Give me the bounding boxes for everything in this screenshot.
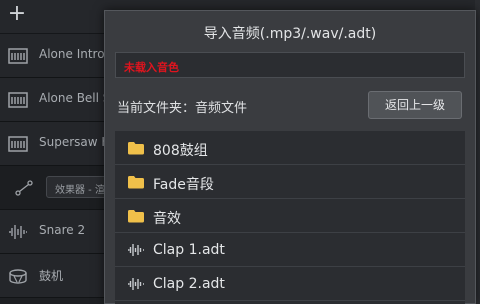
synth-icon (8, 48, 28, 64)
track-name: Snare 2 (39, 223, 86, 237)
list-item[interactable]: 音效 (115, 199, 465, 233)
track-item[interactable]: Alone Intro (0, 34, 105, 78)
load-status-field: 未载入音色 (115, 52, 465, 78)
drum-icon (9, 269, 27, 284)
track-name: Alone Intro (39, 47, 105, 61)
list-item[interactable]: Fade音段 (115, 165, 465, 199)
dialog-title: 导入音频(.mp3/.wav/.adt) (203, 26, 377, 42)
list-item[interactable]: Clap 1.adt (115, 233, 465, 267)
add-track-button[interactable]: + (6, 3, 28, 25)
current-folder-label: 当前文件夹：音频文件 (117, 101, 248, 116)
track-item[interactable]: 鼓机 (0, 254, 105, 298)
waveform-icon (128, 244, 144, 256)
folder-icon (128, 176, 144, 189)
synth-icon (8, 136, 28, 152)
item-name: Clap 2.adt (153, 276, 225, 292)
synth-icon (8, 92, 28, 108)
track-item[interactable]: Supersaw H (0, 122, 110, 166)
fx-node-icon (15, 180, 33, 196)
list-item[interactable]: 808鼓组 (115, 131, 465, 165)
waveform-icon (128, 278, 144, 290)
item-name: Fade音段 (153, 177, 214, 193)
track-item[interactable]: Snare 2 (0, 210, 105, 254)
import-audio-dialog: 导入音频(.mp3/.wav/.adt) 未载入音色 当前文件夹：音频文件 返回… (104, 10, 476, 304)
track-name: 鼓机 (39, 269, 64, 283)
folder-icon (128, 210, 144, 223)
waveform-icon (9, 225, 27, 239)
item-name: 音效 (153, 211, 181, 227)
track-name: Alone Bell S (39, 91, 111, 105)
file-list: 808鼓组 Fade音段 音效 Clap 1.adt Clap 2.adt (115, 131, 465, 304)
item-name: 808鼓组 (153, 143, 208, 159)
effect-track[interactable]: 效果器 - 渲 (0, 166, 116, 210)
track-list: Alone Intro Alone Bell S Supersaw H 效果器 … (0, 34, 116, 304)
track-item[interactable]: Alone Bell S (0, 78, 110, 122)
load-status-text: 未载入音色 (124, 61, 179, 74)
item-name: Clap 1.adt (153, 242, 225, 258)
folder-icon (128, 142, 144, 155)
list-item[interactable]: Clap 2.adt (115, 267, 465, 301)
track-name: Supersaw H (39, 135, 111, 149)
back-button[interactable]: 返回上一级 (368, 91, 462, 119)
